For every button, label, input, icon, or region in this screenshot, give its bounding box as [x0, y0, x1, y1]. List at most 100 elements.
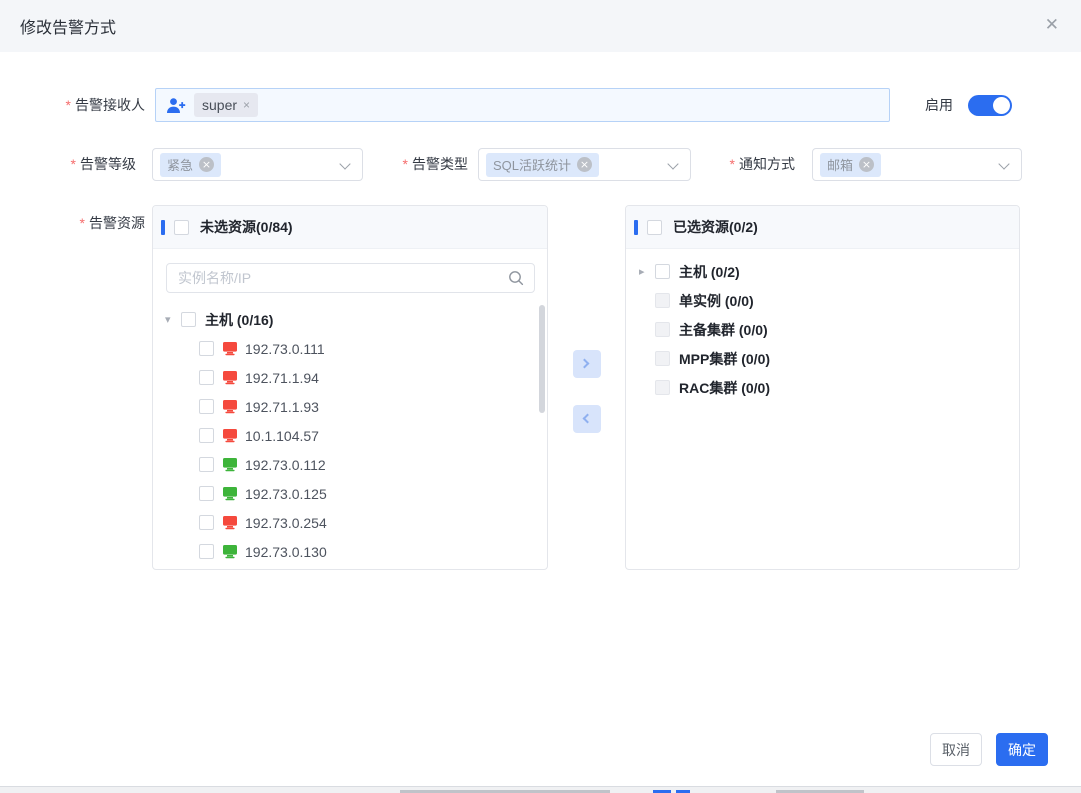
- resource-ip: 10.1.104.57: [245, 428, 319, 444]
- search-input[interactable]: [166, 263, 535, 293]
- checkbox[interactable]: [199, 457, 214, 472]
- type-select[interactable]: SQL活跃统计 ×: [478, 148, 691, 181]
- host-status-icon: [222, 457, 238, 472]
- type-label: *告警类型: [378, 148, 468, 181]
- remove-tag-icon[interactable]: ×: [243, 98, 250, 112]
- selected-group-row[interactable]: 单实例 (0/0): [626, 286, 1019, 315]
- recipient-tag[interactable]: super ×: [194, 93, 258, 117]
- resource-ip: 192.71.1.94: [245, 370, 319, 386]
- group-label: 单实例 (0/0): [679, 291, 754, 311]
- move-left-button[interactable]: [573, 405, 601, 433]
- host-status-icon: [222, 370, 238, 385]
- resource-ip: 192.73.0.112: [245, 457, 326, 473]
- checkbox[interactable]: [181, 312, 196, 327]
- resource-item[interactable]: 192.73.0.130: [153, 537, 547, 566]
- search-icon: [508, 270, 524, 286]
- selected-groups: ▸ 主机 (0/2) 单实例 (0/0) 主备集群 (0/0) MPP集群 (0…: [626, 257, 1019, 402]
- level-select[interactable]: 紧急 ×: [152, 148, 363, 181]
- host-status-icon: [222, 515, 238, 530]
- resource-item[interactable]: 192.71.1.93: [153, 392, 547, 421]
- resource-item[interactable]: 192.73.0.112: [153, 450, 547, 479]
- accent-bar: [634, 220, 638, 235]
- checkbox[interactable]: [655, 264, 670, 279]
- select-all-checkbox[interactable]: [174, 220, 189, 235]
- checkbox[interactable]: [655, 322, 670, 337]
- required-marker: *: [66, 97, 71, 113]
- recipient-tag-text: super: [202, 97, 237, 113]
- caret-right-icon[interactable]: ▸: [639, 265, 655, 278]
- resource-item[interactable]: 192.73.0.254: [153, 508, 547, 537]
- group-label: MPP集群 (0/0): [679, 349, 770, 369]
- remove-tag-icon[interactable]: ×: [859, 157, 874, 172]
- notify-select[interactable]: 邮箱 ×: [812, 148, 1022, 181]
- checkbox[interactable]: [199, 399, 214, 414]
- chevron-right-icon: [580, 359, 590, 369]
- dialog-header: 修改告警方式 ✕: [0, 0, 1081, 52]
- resource-item[interactable]: 192.71.1.94: [153, 363, 547, 392]
- checkbox[interactable]: [199, 341, 214, 356]
- selected-panel-title: 已选资源(0/2): [673, 217, 758, 237]
- selected-group-row[interactable]: RAC集群 (0/0): [626, 373, 1019, 402]
- remove-tag-icon[interactable]: ×: [577, 157, 592, 172]
- selected-resources-panel: 已选资源(0/2) ▸ 主机 (0/2) 单实例 (0/0) 主备集群 (0/0…: [625, 205, 1020, 570]
- background-page-strip: [0, 787, 1081, 793]
- resource-ip: 192.73.0.111: [245, 341, 325, 357]
- host-status-icon: [222, 428, 238, 443]
- level-tag: 紧急 ×: [160, 153, 221, 177]
- select-all-checkbox[interactable]: [647, 220, 662, 235]
- recipient-label: *告警接收人: [0, 88, 145, 122]
- unselected-items: 192.73.0.111 192.71.1.94 192.71.1.93 10.…: [153, 334, 547, 566]
- checkbox[interactable]: [655, 351, 670, 366]
- resource-item[interactable]: 10.1.104.57: [153, 421, 547, 450]
- scrollbar-thumb[interactable]: [539, 305, 545, 413]
- caret-down-icon[interactable]: ▾: [165, 313, 181, 326]
- chevron-left-icon: [583, 414, 593, 424]
- resource-ip: 192.73.0.130: [245, 544, 327, 560]
- host-group-row[interactable]: ▾ 主机 (0/16): [153, 305, 547, 334]
- accent-bar: [161, 220, 165, 235]
- type-tag: SQL活跃统计 ×: [486, 153, 599, 177]
- unselected-resources-panel: 未选资源(0/84) ▾ 主机 (0/16) 192.73.0.111: [152, 205, 548, 570]
- toggle-knob: [993, 97, 1010, 114]
- checkbox[interactable]: [199, 515, 214, 530]
- checkbox[interactable]: [199, 428, 214, 443]
- checkbox[interactable]: [199, 544, 214, 559]
- group-label: 主机 (0/16): [205, 310, 273, 330]
- selected-panel-header: 已选资源(0/2): [626, 206, 1019, 249]
- cancel-button[interactable]: 取消: [930, 733, 982, 766]
- resource-item[interactable]: 192.73.0.125: [153, 479, 547, 508]
- checkbox[interactable]: [655, 380, 670, 395]
- remove-tag-icon[interactable]: ×: [199, 157, 214, 172]
- selected-group-row[interactable]: MPP集群 (0/0): [626, 344, 1019, 373]
- group-label: 主机 (0/2): [679, 262, 740, 282]
- resource-ip: 192.73.0.254: [245, 515, 327, 531]
- confirm-button[interactable]: 确定: [996, 733, 1048, 766]
- notify-tag: 邮箱 ×: [820, 153, 881, 177]
- host-status-icon: [222, 486, 238, 501]
- unselected-panel-title: 未选资源(0/84): [200, 217, 293, 237]
- close-icon[interactable]: ✕: [1045, 15, 1059, 35]
- level-label: *告警等级: [0, 148, 136, 181]
- chevron-down-icon: [998, 158, 1009, 169]
- enable-toggle[interactable]: [968, 95, 1012, 116]
- notify-label: *通知方式: [708, 148, 795, 181]
- chevron-down-icon: [339, 158, 350, 169]
- dialog-title: 修改告警方式: [20, 14, 116, 38]
- host-status-icon: [222, 544, 238, 559]
- host-status-icon: [222, 341, 238, 356]
- enable-label: 启用: [925, 88, 953, 122]
- modify-alert-dialog: 修改告警方式 ✕ *告警接收人 super × 启用 *告警等级 紧急 × *告…: [0, 0, 1081, 787]
- resource-ip: 192.73.0.125: [245, 486, 327, 502]
- recipient-input[interactable]: super ×: [155, 88, 890, 122]
- checkbox[interactable]: [199, 486, 214, 501]
- selected-group-row[interactable]: ▸ 主机 (0/2): [626, 257, 1019, 286]
- selected-group-row[interactable]: 主备集群 (0/0): [626, 315, 1019, 344]
- resource-ip: 192.71.1.93: [245, 399, 319, 415]
- checkbox[interactable]: [655, 293, 670, 308]
- move-right-button[interactable]: [573, 350, 601, 378]
- resource-label: *告警资源: [0, 206, 145, 240]
- host-status-icon: [222, 399, 238, 414]
- resource-item[interactable]: 192.73.0.111: [153, 334, 547, 363]
- checkbox[interactable]: [199, 370, 214, 385]
- user-add-icon: [166, 97, 186, 114]
